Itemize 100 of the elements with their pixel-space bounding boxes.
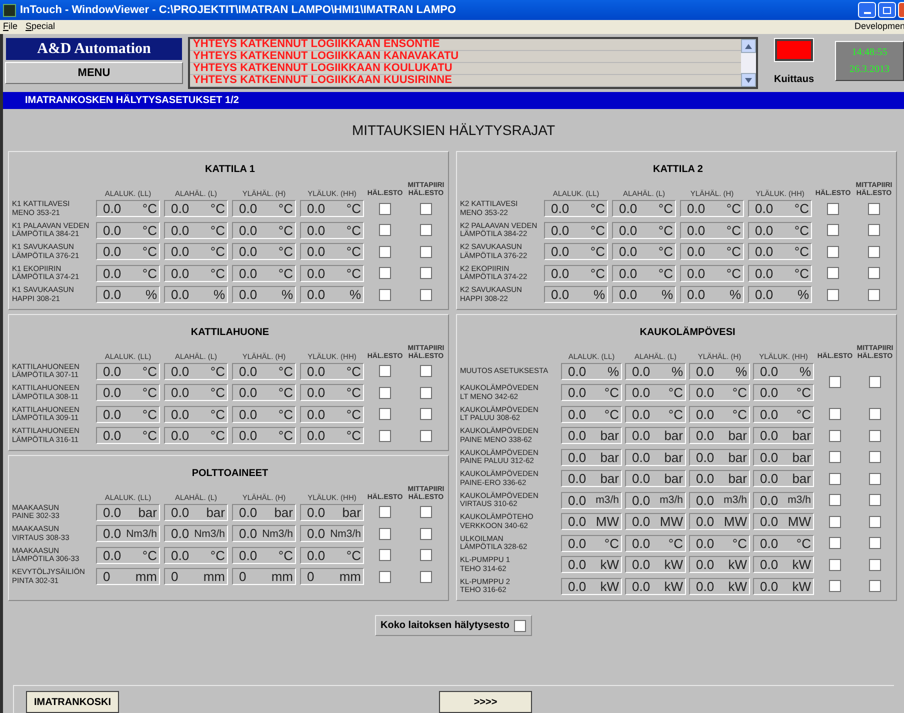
loop-block-checkbox[interactable] — [868, 267, 880, 280]
setpoint-field[interactable]: 0.0 °C — [164, 546, 228, 564]
setpoint-field[interactable]: 0.0 °C — [164, 200, 228, 218]
setpoint-field[interactable]: 0.0 °C — [680, 243, 744, 260]
loop-block-checkbox[interactable] — [869, 580, 881, 592]
setpoint-field[interactable]: 0.0 °C — [232, 200, 296, 218]
setpoint-field[interactable]: 0.0 kW — [753, 578, 814, 595]
loop-block-checkbox[interactable] — [869, 494, 881, 506]
setpoint-field[interactable]: 0.0 °C — [300, 427, 364, 444]
setpoint-field[interactable]: 0.0 °C — [300, 200, 364, 218]
setpoint-field[interactable]: 0.0 bar — [96, 504, 160, 521]
setpoint-field[interactable]: 0.0 °C — [689, 406, 750, 423]
loop-block-checkbox[interactable] — [869, 451, 881, 464]
alarm-block-checkbox[interactable] — [829, 451, 841, 464]
setpoint-field[interactable]: 0.0 % — [748, 286, 812, 304]
loop-block-checkbox[interactable] — [869, 537, 881, 550]
setpoint-field[interactable]: 0.0 kW — [561, 578, 622, 595]
alarm-block-checkbox[interactable] — [379, 224, 391, 236]
loop-block-checkbox[interactable] — [420, 549, 432, 562]
setpoint-field[interactable]: 0.0 °C — [753, 534, 814, 552]
setpoint-field[interactable]: 0.0 °C — [300, 362, 364, 380]
setpoint-field[interactable]: 0.0 m3/h — [689, 492, 750, 509]
setpoint-field[interactable]: 0.0 bar — [689, 427, 750, 444]
loop-block-checkbox[interactable] — [869, 516, 881, 528]
alarm-block-checkbox[interactable] — [827, 246, 839, 258]
setpoint-field[interactable]: 0.0 bar — [753, 470, 814, 488]
alarm-block-checkbox[interactable] — [379, 528, 391, 540]
loop-block-checkbox[interactable] — [420, 202, 432, 215]
setpoint-field[interactable]: 0.0 m3/h — [753, 492, 814, 509]
setpoint-field[interactable]: 0.0 bar — [625, 448, 686, 466]
setpoint-field[interactable]: 0.0 °C — [561, 406, 622, 423]
setpoint-field[interactable]: 0.0 bar — [689, 448, 750, 466]
setpoint-field[interactable]: 0.0 % — [561, 362, 622, 380]
setpoint-field[interactable]: 0 mm — [232, 568, 296, 586]
setpoint-field[interactable]: 0.0 bar — [561, 470, 622, 488]
setpoint-field[interactable]: 0.0 % — [544, 286, 608, 304]
setpoint-field[interactable]: 0.0 kW — [561, 556, 622, 574]
alarm-block-checkbox[interactable] — [827, 267, 839, 280]
setpoint-field[interactable]: 0.0 °C — [96, 384, 160, 402]
setpoint-field[interactable]: 0.0 °C — [300, 406, 364, 423]
loop-block-checkbox[interactable] — [869, 376, 881, 388]
alarm-block-checkbox[interactable] — [829, 472, 841, 485]
setpoint-field[interactable]: 0.0 °C — [748, 243, 812, 260]
setpoint-field[interactable]: 0.0 °C — [164, 264, 228, 282]
loop-block-checkbox[interactable] — [868, 224, 880, 236]
loop-block-checkbox[interactable] — [420, 224, 432, 236]
loop-block-checkbox[interactable] — [420, 386, 432, 399]
alarm-block-checkbox[interactable] — [379, 267, 391, 280]
setpoint-field[interactable]: 0.0 Nm3/h — [96, 525, 160, 542]
setpoint-field[interactable]: 0.0 °C — [544, 222, 608, 239]
setpoint-field[interactable]: 0.0 °C — [680, 200, 744, 218]
scroll-up-icon[interactable] — [741, 39, 756, 53]
setpoint-field[interactable]: 0.0 bar — [561, 448, 622, 466]
setpoint-field[interactable]: 0.0 m3/h — [625, 492, 686, 509]
alarm-block-checkbox[interactable] — [379, 246, 391, 258]
setpoint-field[interactable]: 0.0 % — [164, 286, 228, 304]
setpoint-field[interactable]: 0.0 °C — [164, 222, 228, 239]
setpoint-field[interactable]: 0 mm — [96, 568, 160, 586]
loop-block-checkbox[interactable] — [869, 558, 881, 571]
setpoint-field[interactable]: 0.0 bar — [232, 504, 296, 521]
scrollbar[interactable] — [741, 39, 756, 87]
minimize-button[interactable] — [858, 2, 876, 18]
setpoint-field[interactable]: 0.0 bar — [753, 448, 814, 466]
alarm-block-checkbox[interactable] — [379, 549, 391, 562]
loop-block-checkbox[interactable] — [869, 430, 881, 442]
alarm-block-checkbox[interactable] — [379, 408, 391, 420]
setpoint-field[interactable]: 0.0 °C — [689, 534, 750, 552]
alarm-block-checkbox[interactable] — [829, 537, 841, 550]
setpoint-field[interactable]: 0.0 MW — [689, 513, 750, 530]
acknowledge-label[interactable]: Kuittaus — [774, 72, 814, 87]
loop-block-checkbox[interactable] — [869, 472, 881, 485]
setpoint-field[interactable]: 0.0 % — [689, 362, 750, 380]
setpoint-field[interactable]: 0.0 °C — [300, 222, 364, 239]
setpoint-field[interactable]: 0.0 % — [232, 286, 296, 304]
loop-block-checkbox[interactable] — [868, 288, 880, 301]
setpoint-field[interactable]: 0.0 % — [753, 362, 814, 380]
setpoint-field[interactable]: 0.0 bar — [625, 470, 686, 488]
setpoint-field[interactable]: 0.0 °C — [544, 200, 608, 218]
setpoint-field[interactable]: 0.0 °C — [625, 384, 686, 402]
setpoint-field[interactable]: 0.0 % — [96, 286, 160, 304]
setpoint-field[interactable]: 0.0 °C — [96, 546, 160, 564]
loop-block-checkbox[interactable] — [420, 408, 432, 420]
loop-block-checkbox[interactable] — [420, 267, 432, 280]
setpoint-field[interactable]: 0.0 bar — [753, 427, 814, 444]
alarm-block-checkbox[interactable] — [829, 376, 841, 388]
loop-block-checkbox[interactable] — [420, 570, 432, 583]
setpoint-field[interactable]: 0.0 MW — [753, 513, 814, 530]
loop-block-checkbox[interactable] — [420, 430, 432, 442]
setpoint-field[interactable]: 0.0 kW — [625, 578, 686, 595]
alarm-block-checkbox[interactable] — [379, 386, 391, 399]
setpoint-field[interactable]: 0.0 MW — [625, 513, 686, 530]
setpoint-field[interactable]: 0.0 °C — [96, 243, 160, 260]
setpoint-field[interactable]: 0 mm — [164, 568, 228, 586]
alarm-block-checkbox[interactable] — [829, 494, 841, 506]
setpoint-field[interactable]: 0.0 °C — [680, 264, 744, 282]
setpoint-field[interactable]: 0.0 kW — [753, 556, 814, 574]
alarm-block-checkbox[interactable] — [829, 558, 841, 571]
setpoint-field[interactable]: 0.0 °C — [689, 384, 750, 402]
setpoint-field[interactable]: 0.0 °C — [164, 427, 228, 444]
setpoint-field[interactable]: 0.0 % — [300, 286, 364, 304]
